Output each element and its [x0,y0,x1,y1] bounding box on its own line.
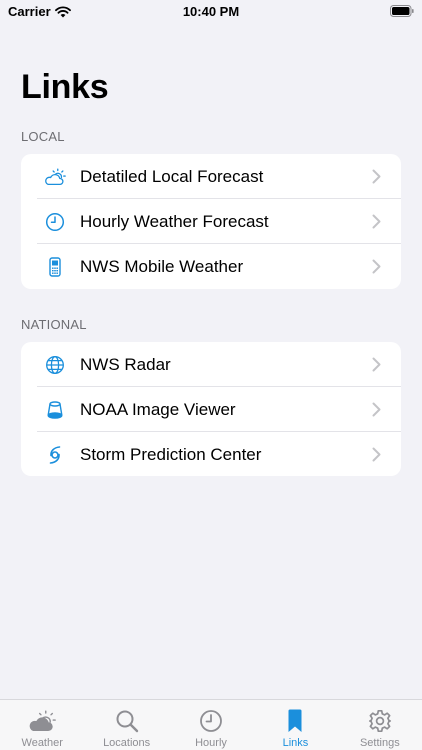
satellite-icon [43,399,67,421]
link-label: NWS Radar [80,355,171,374]
tab-weather[interactable]: Weather [0,700,84,750]
hurricane-icon [43,444,67,466]
tab-label: Weather [21,737,63,749]
clock-icon [196,708,226,734]
clock-icon [43,211,67,233]
status-bar: Carrier 10:40 PM [0,0,422,24]
link-row-hourly-forecast[interactable]: Hourly Weather Forecast [21,199,401,244]
gear-icon [365,708,395,734]
tab-label: Hourly [195,737,227,749]
chevron-right-icon [372,447,381,462]
tab-locations[interactable]: Locations [84,700,168,750]
chevron-right-icon [372,214,381,229]
link-row-storm-prediction[interactable]: Storm Prediction Center [21,432,401,476]
tab-bar: Weather Locations Hourly Links Settings [0,699,422,750]
status-time: 10:40 PM [182,4,240,19]
link-label: Storm Prediction Center [80,445,262,464]
link-label: NOAA Image Viewer [80,400,236,419]
link-label: Hourly Weather Forecast [80,212,269,231]
mobile-phone-icon [43,256,67,278]
links-group-national: NWS Radar NOAA Image Viewer Storm Predic… [21,342,401,476]
tab-label: Settings [359,737,400,749]
chevron-right-icon [372,357,381,372]
link-row-noaa-image-viewer[interactable]: NOAA Image Viewer [21,387,401,432]
globe-icon [43,354,67,376]
section-header-national: NATIONAL [21,317,87,332]
link-row-local-forecast[interactable]: Detatiled Local Forecast [21,154,401,199]
search-icon [112,708,142,734]
partly-cloudy-icon [27,708,57,734]
chevron-right-icon [372,169,381,184]
link-label: Detatiled Local Forecast [80,167,264,186]
chevron-right-icon [372,259,381,274]
links-group-local: Detatiled Local Forecast Hourly Weather … [21,154,401,289]
partly-cloudy-icon [43,166,67,188]
bookmark-icon [280,708,310,734]
page-title: Links [21,68,109,106]
link-row-nws-radar[interactable]: NWS Radar [21,342,401,387]
tab-links[interactable]: Links [253,700,337,750]
link-row-nws-mobile[interactable]: NWS Mobile Weather [21,244,401,289]
battery-icon [390,5,414,17]
link-label: NWS Mobile Weather [80,257,244,276]
tab-label: Links [282,737,309,749]
tab-label: Locations [103,737,151,749]
chevron-right-icon [372,402,381,417]
section-header-local: LOCAL [21,129,65,144]
tab-hourly[interactable]: Hourly [169,700,253,750]
tab-settings[interactable]: Settings [338,700,422,750]
